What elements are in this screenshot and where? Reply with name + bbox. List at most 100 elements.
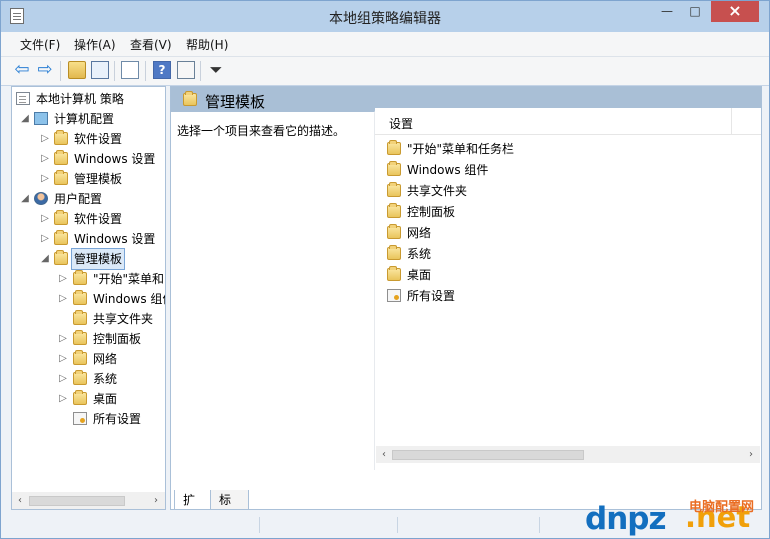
toolbar-separator (60, 61, 61, 81)
menu-bar: 文件(F) 操作(A) 查看(V) 帮助(H) (1, 32, 769, 57)
user-icon (34, 192, 48, 205)
tree-pane: 本地计算机 策略 ◢ 计算机配置 ▷ 软件设置 ▷ Windows 设置 ▷ 管… (11, 86, 166, 510)
help-icon[interactable]: ? (153, 61, 171, 79)
list-label: Windows 组件 (407, 163, 489, 177)
expanded-arrow-icon[interactable]: ◢ (20, 109, 30, 129)
folder-icon (387, 140, 401, 155)
status-divider (539, 517, 540, 533)
title-bar[interactable]: 本地组策略编辑器 — □ × (1, 1, 769, 32)
tree-label: Windows 设置 (74, 232, 156, 246)
toolbar: ⇦ ⇨ ? ⏷ (1, 57, 769, 86)
collapsed-arrow-icon[interactable]: ▷ (58, 369, 68, 389)
toolbar-separator (200, 61, 201, 81)
properties-icon[interactable] (177, 61, 195, 79)
forward-icon[interactable]: ⇨ (36, 61, 54, 79)
folder-icon (387, 161, 401, 176)
folder-icon (73, 390, 87, 405)
export-list-icon[interactable] (121, 61, 139, 79)
tree-label: 网络 (93, 352, 118, 366)
tree-label: "开始"菜单和 (93, 272, 165, 286)
toolbar-separator (114, 61, 115, 81)
folder-icon (54, 170, 68, 185)
tree-label: Windows 设置 (74, 152, 156, 166)
computer-icon (34, 112, 48, 125)
menu-action[interactable]: 操作(A) (74, 36, 116, 53)
settings-list: 设置 "开始"菜单和任务栏 Windows 组件 共享文件夹 控制面板 网络 系… (374, 108, 761, 470)
maximize-button[interactable]: □ (681, 1, 709, 22)
watermark-logo: dnpz (585, 501, 666, 537)
folder-icon (54, 210, 68, 225)
tree-label: 本地计算机 策略 (36, 92, 124, 106)
folder-icon (387, 182, 401, 197)
left-horizontal-scrollbar[interactable]: ‹ › (12, 492, 165, 509)
scroll-left-arrow-icon[interactable]: ‹ (378, 446, 390, 463)
scroll-right-arrow-icon[interactable]: › (150, 492, 162, 509)
folder-icon (73, 370, 87, 385)
collapsed-arrow-icon[interactable]: ▷ (40, 229, 50, 249)
menu-view[interactable]: 查看(V) (130, 36, 172, 53)
back-icon[interactable]: ⇦ (13, 61, 31, 79)
folder-icon (54, 150, 68, 165)
folder-icon (387, 203, 401, 218)
settings-column-header[interactable]: 设置 (389, 115, 413, 132)
tree-label: 共享文件夹 (93, 312, 154, 326)
details-title: 管理模板 (205, 93, 266, 111)
scroll-thumb[interactable] (392, 450, 584, 460)
collapsed-arrow-icon[interactable]: ▷ (40, 169, 50, 189)
filter-icon[interactable]: ⏷ (207, 61, 225, 79)
tab-standard[interactable]: 标准 (210, 490, 249, 509)
collapsed-arrow-icon[interactable]: ▷ (58, 269, 68, 289)
folder-icon (183, 91, 197, 106)
folder-icon (54, 130, 68, 145)
folder-icon (73, 310, 87, 325)
list-label: 所有设置 (407, 289, 456, 303)
toolbar-separator (145, 61, 146, 81)
collapsed-arrow-icon[interactable]: ▷ (40, 149, 50, 169)
collapsed-arrow-icon[interactable]: ▷ (58, 389, 68, 409)
collapsed-arrow-icon[interactable]: ▷ (58, 329, 68, 349)
folder-icon (387, 224, 401, 239)
policy-document-icon (16, 92, 30, 105)
group-policy-editor-window: 本地组策略编辑器 — □ × 文件(F) 操作(A) 查看(V) 帮助(H) ⇦… (0, 0, 770, 539)
close-button[interactable]: × (711, 1, 759, 22)
folder-icon (73, 290, 87, 305)
status-divider (259, 517, 260, 533)
all-settings-icon (73, 412, 87, 425)
expanded-arrow-icon[interactable]: ◢ (40, 249, 50, 269)
collapsed-arrow-icon[interactable]: ▷ (40, 209, 50, 229)
tree-label: 系统 (93, 372, 118, 386)
status-divider (397, 517, 398, 533)
scroll-left-arrow-icon[interactable]: ‹ (14, 492, 26, 509)
scroll-thumb[interactable] (29, 496, 125, 506)
list-label: 桌面 (407, 268, 432, 282)
right-horizontal-scrollbar[interactable]: ‹ › (376, 446, 760, 463)
folder-icon (387, 245, 401, 260)
tree-label: 计算机配置 (54, 112, 115, 126)
collapsed-arrow-icon[interactable]: ▷ (40, 129, 50, 149)
menu-help[interactable]: 帮助(H) (186, 36, 228, 53)
tree-label: 软件设置 (74, 212, 123, 226)
scroll-right-arrow-icon[interactable]: › (745, 446, 757, 463)
all-settings-icon (387, 289, 401, 302)
folder-icon (54, 230, 68, 245)
menu-file[interactable]: 文件(F) (20, 36, 60, 53)
expanded-arrow-icon[interactable]: ◢ (20, 189, 30, 209)
list-label: 网络 (407, 226, 432, 240)
folder-icon (73, 330, 87, 345)
minimize-button[interactable]: — (653, 1, 681, 22)
collapsed-arrow-icon[interactable]: ▷ (58, 289, 68, 309)
folder-icon (73, 350, 87, 365)
tree-label: 桌面 (93, 392, 118, 406)
collapsed-arrow-icon[interactable]: ▷ (58, 349, 68, 369)
list-label: "开始"菜单和任务栏 (407, 142, 515, 156)
tree-label: 软件设置 (74, 132, 123, 146)
tree-label: 控制面板 (93, 332, 142, 346)
up-folder-icon[interactable] (68, 61, 86, 79)
list-label: 控制面板 (407, 205, 456, 219)
column-divider (731, 108, 732, 134)
tab-extended[interactable]: 扩展 (174, 490, 211, 509)
tree-label: 用户配置 (54, 192, 103, 206)
settings-list-header[interactable]: 设置 (375, 108, 761, 135)
show-hide-tree-icon[interactable] (91, 61, 109, 79)
folder-icon (387, 266, 401, 281)
